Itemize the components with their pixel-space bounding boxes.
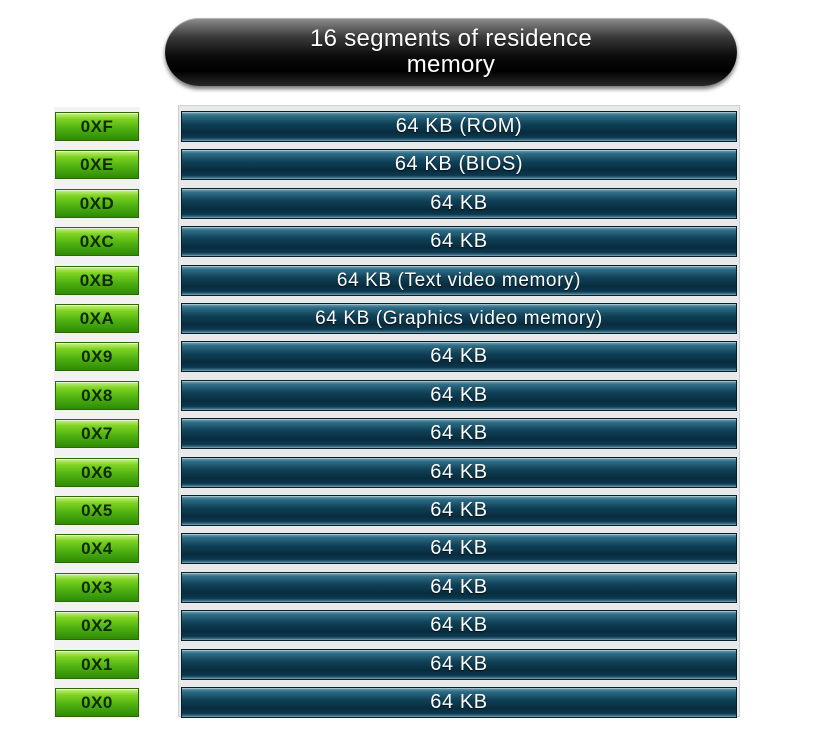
memory-diagram: 16 segments of residence memory 0XF 64 KB… [0, 0, 821, 751]
segment-address: 0X3 [55, 573, 139, 602]
memory-segment: 64 KB [181, 226, 737, 257]
segment-address: 0X7 [55, 419, 139, 448]
memory-segment: 64 KB [181, 188, 737, 219]
title-banner: 16 segments of residence memory [165, 18, 737, 86]
segment-address: 0XC [55, 227, 139, 256]
memory-segment: 64 KB [181, 572, 737, 603]
segment-address: 0XA [55, 304, 139, 333]
memory-segment: 64 KB [181, 495, 737, 526]
memory-segment: 64 KB [181, 533, 737, 564]
memory-segment: 64 KB (BIOS) [181, 149, 737, 180]
segment-address: 0X4 [55, 534, 139, 563]
segment-address: 0XE [55, 150, 139, 179]
memory-segment: 64 KB [181, 380, 737, 411]
segment-address: 0X9 [55, 342, 139, 371]
memory-segment: 64 KB [181, 418, 737, 449]
segment-address: 0XB [55, 266, 139, 295]
memory-segment: 64 KB (ROM) [181, 111, 737, 142]
memory-segment: 64 KB [181, 687, 737, 718]
memory-segment: 64 KB [181, 649, 737, 680]
memory-segment: 64 KB [181, 341, 737, 372]
memory-segment: 64 KB [181, 457, 737, 488]
segment-address: 0X6 [55, 458, 139, 487]
segment-address: 0X8 [55, 381, 139, 410]
memory-segment: 64 KB (Text video memory) [181, 265, 737, 296]
segment-address: 0XD [55, 189, 139, 218]
segment-address: 0X1 [55, 650, 139, 679]
segment-address: 0X2 [55, 611, 139, 640]
segment-address: 0X5 [55, 496, 139, 525]
memory-segment: 64 KB (Graphics video memory) [181, 303, 737, 334]
memory-segment: 64 KB [181, 610, 737, 641]
segment-address: 0XF [55, 112, 139, 141]
segment-address: 0X0 [55, 688, 139, 717]
diagram-title: 16 segments of residence memory [309, 25, 593, 78]
